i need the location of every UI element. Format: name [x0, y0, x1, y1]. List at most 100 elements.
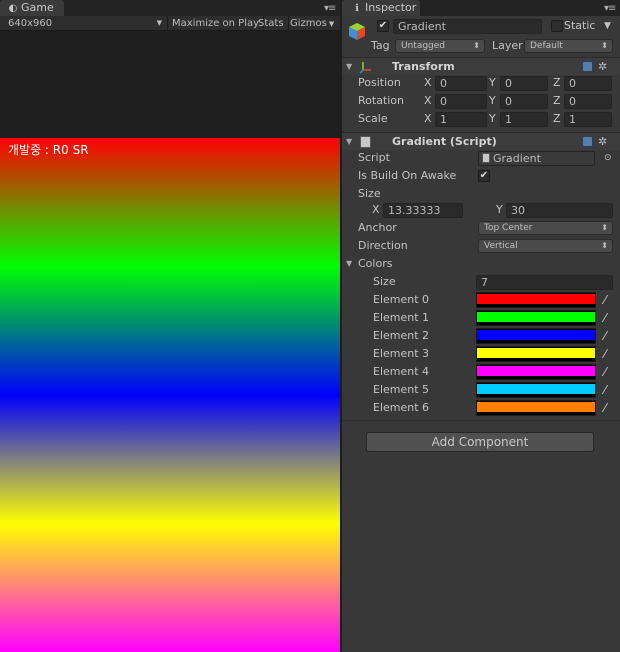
layer-dropdown[interactable]: Default ⬍	[524, 39, 613, 53]
game-viewport[interactable]: 개발중 : R0 SR	[0, 138, 340, 652]
script-object-field[interactable]: Gradient	[478, 151, 595, 166]
tag-label: Tag	[371, 39, 390, 52]
eyedropper-icon[interactable]: ⁄	[598, 364, 612, 380]
inspector-tab-bar: ℹ Inspector ▾≡	[342, 0, 620, 16]
color-element-row: Element 3 ⁄	[342, 345, 620, 363]
panel-menu-icon[interactable]: ▾≡	[604, 3, 616, 14]
inspector-panel: ℹ Inspector ▾≡ ✔ Gradient Static ▼ Tag Un…	[342, 0, 620, 652]
color-swatch[interactable]	[476, 400, 596, 416]
script-file-icon	[360, 136, 371, 148]
direction-label: Direction	[358, 239, 408, 252]
object-picker-icon[interactable]: ⊙	[604, 149, 612, 167]
rotation-label: Rotation	[358, 94, 405, 107]
gear-icon[interactable]: ✲	[598, 60, 607, 73]
tab-inspector[interactable]: ℹ Inspector	[342, 0, 420, 16]
help-book-icon[interactable]	[582, 136, 593, 147]
position-z-input[interactable]: 0	[564, 76, 612, 91]
transform-axes-icon	[359, 62, 371, 74]
size-x-input[interactable]: 13.33333	[383, 203, 463, 218]
editor-window: ◐ Game ▾≡ 640x960 ▼ Maximize on Play Stat…	[0, 0, 620, 652]
eyedropper-icon[interactable]: ⁄	[598, 346, 612, 362]
eyedropper-icon[interactable]: ⁄	[598, 310, 612, 326]
direction-value: Vertical	[484, 241, 518, 251]
rotation-z-input[interactable]: 0	[564, 94, 612, 109]
axis-z-label: Z	[553, 76, 561, 89]
rotation-x-input[interactable]: 0	[435, 94, 487, 109]
rotation-y-input[interactable]: 0	[500, 94, 548, 109]
add-component-button[interactable]: Add Component	[366, 432, 594, 452]
anchor-dropdown[interactable]: Top Center ⬍	[478, 221, 613, 235]
stats-button[interactable]: Stats	[254, 16, 289, 31]
color-swatch[interactable]	[476, 292, 596, 308]
colors-label: Colors	[358, 257, 393, 270]
axis-y-label: Y	[496, 203, 503, 216]
anchor-value: Top Center	[484, 223, 533, 233]
game-tab-icon: ◐	[8, 3, 18, 14]
gradient-script-header[interactable]: ▼ Gradient (Script) ✲	[342, 132, 620, 150]
size-values-row: X 13.33333 Y 30	[342, 201, 620, 219]
colors-foldout-row[interactable]: ▼ Colors	[342, 255, 620, 273]
eyedropper-icon[interactable]: ⁄	[598, 328, 612, 344]
direction-row: Direction Vertical ⬍	[342, 237, 620, 255]
direction-dropdown[interactable]: Vertical ⬍	[478, 239, 613, 253]
panel-menu-icon[interactable]: ▾≡	[324, 3, 336, 14]
color-swatch-fill	[477, 312, 595, 322]
scale-label: Scale	[358, 112, 388, 125]
gear-icon[interactable]: ✲	[598, 135, 607, 148]
color-swatch[interactable]	[476, 328, 596, 344]
object-name-input[interactable]: Gradient	[393, 19, 542, 34]
scale-y-input[interactable]: 1	[500, 112, 548, 127]
static-checkbox[interactable]	[551, 20, 563, 32]
color-swatch[interactable]	[476, 310, 596, 326]
color-element-row: Element 2 ⁄	[342, 327, 620, 345]
position-y-input[interactable]: 0	[500, 76, 548, 91]
resolution-label: 640x960	[8, 18, 53, 29]
game-tab-label: Game	[21, 1, 54, 14]
resolution-dropdown[interactable]: 640x960 ▼	[4, 16, 164, 31]
color-element-label: Element 2	[373, 329, 430, 342]
help-book-icon[interactable]	[582, 61, 593, 72]
color-element-label: Element 6	[373, 401, 430, 414]
updown-arrow-icon: ⬍	[473, 41, 480, 50]
gizmos-button[interactable]: Gizmos ▼	[286, 16, 338, 31]
colors-size-input[interactable]: 7	[476, 275, 613, 290]
eyedropper-icon[interactable]: ⁄	[598, 382, 612, 398]
color-element-row: Element 0 ⁄	[342, 291, 620, 309]
color-swatch[interactable]	[476, 346, 596, 362]
static-chevron-down-icon[interactable]: ▼	[604, 17, 611, 35]
color-swatch-fill	[477, 330, 595, 340]
axis-y-label: Y	[489, 76, 496, 89]
foldout-open-icon[interactable]: ▼	[346, 255, 352, 273]
tab-game[interactable]: ◐ Game	[0, 0, 64, 16]
eyedropper-icon[interactable]: ⁄	[598, 292, 612, 308]
color-swatch[interactable]	[476, 364, 596, 380]
transform-header[interactable]: ▼ Transform ✲	[342, 57, 620, 75]
tag-dropdown[interactable]: Untagged ⬍	[395, 39, 485, 53]
scale-x-input[interactable]: 1	[435, 112, 487, 127]
anchor-row: Anchor Top Center ⬍	[342, 219, 620, 237]
gizmos-label: Gizmos	[290, 18, 327, 29]
color-element-label: Element 3	[373, 347, 430, 360]
dev-status-label: 개발중 : R0 SR	[8, 143, 89, 157]
tag-value: Untagged	[401, 41, 446, 51]
active-checkbox[interactable]: ✔	[377, 20, 389, 32]
color-swatch[interactable]	[476, 382, 596, 398]
eyedropper-icon[interactable]: ⁄	[598, 400, 612, 416]
color-swatch-fill	[477, 384, 595, 394]
size-y-input[interactable]: 30	[506, 203, 613, 218]
color-element-label: Element 5	[373, 383, 430, 396]
color-element-label: Element 4	[373, 365, 430, 378]
game-tab-bar: ◐ Game ▾≡	[0, 0, 340, 16]
color-swatch-fill	[477, 366, 595, 376]
scale-z-input[interactable]: 1	[564, 112, 612, 127]
position-x-input[interactable]: 0	[435, 76, 487, 91]
build-on-awake-checkbox[interactable]: ✔	[478, 170, 490, 182]
divider	[342, 420, 620, 421]
axis-y-label: Y	[489, 112, 496, 125]
updown-arrow-icon: ⬍	[601, 241, 608, 250]
rotation-row: Rotation X 0 Y 0 Z 0	[342, 92, 620, 110]
layer-label: Layer	[492, 39, 523, 52]
maximize-on-play-button[interactable]: Maximize on Play	[167, 16, 265, 31]
axis-x-label: X	[424, 112, 432, 125]
game-panel: ◐ Game ▾≡ 640x960 ▼ Maximize on Play Stat…	[0, 0, 340, 652]
